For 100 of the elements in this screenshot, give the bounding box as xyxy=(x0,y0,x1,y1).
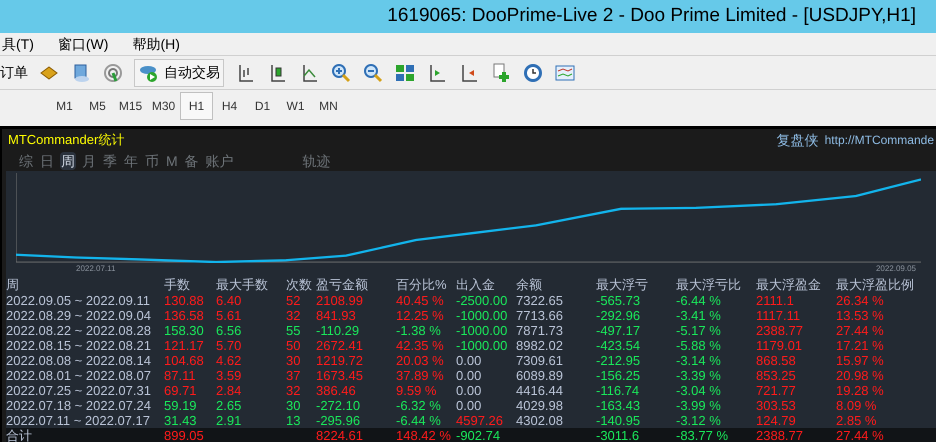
table-cell: 899.05 xyxy=(164,428,204,442)
stats-tab[interactable]: 日 xyxy=(39,152,55,170)
table-cell: 40.45 % xyxy=(396,293,444,308)
table-cell: 4.62 xyxy=(216,353,242,368)
timeframe-button[interactable]: MN xyxy=(312,92,345,120)
table-cell: 130.88 xyxy=(164,293,204,308)
table-cell: 2111.1 xyxy=(756,293,794,308)
table-cell: 4416.44 xyxy=(516,383,563,398)
stats-tab[interactable]: 年 xyxy=(123,152,139,170)
table-cell: 2.65 xyxy=(216,398,242,413)
table-cell: 8.09 % xyxy=(836,398,876,413)
table-cell: 27.44 % xyxy=(836,428,884,442)
table-cell: 27.44 % xyxy=(836,323,884,338)
table-cell: 20.98 % xyxy=(836,368,884,383)
table-cell: 303.53 xyxy=(756,398,796,413)
table-cell: -565.73 xyxy=(596,293,640,308)
table-cell: 7309.61 xyxy=(516,353,563,368)
timeframe-button[interactable]: M15 xyxy=(114,92,147,120)
table-cell: 20.03 % xyxy=(396,353,444,368)
table-cell: 4597.26 xyxy=(456,413,503,428)
zoom-in-icon[interactable] xyxy=(330,62,352,84)
stats-tab[interactable]: 月 xyxy=(81,152,97,170)
column-header: 最大浮亏比 xyxy=(676,277,741,293)
table-cell: 121.17 xyxy=(164,338,204,353)
table-cell: 2022.07.18 ~ 2022.07.24 xyxy=(6,398,151,413)
table-cell: 32 xyxy=(286,308,300,323)
stats-tab[interactable]: 周 xyxy=(60,152,76,170)
table-cell: -1000.00 xyxy=(456,308,508,323)
stats-tab[interactable]: 币 xyxy=(144,152,160,170)
table-cell: 13 xyxy=(286,413,300,428)
toolbar-label[interactable]: 订单 xyxy=(0,62,28,83)
timeframe-button[interactable]: M5 xyxy=(81,92,114,120)
table-cell: 148.42 % xyxy=(396,428,451,442)
stats-tab[interactable]: 季 xyxy=(102,152,118,170)
table-cell: 55 xyxy=(286,323,300,338)
table-cell: -6.44 % xyxy=(396,413,441,428)
table-cell: 1117.11 xyxy=(756,308,800,323)
menu-item[interactable]: 具(T) xyxy=(2,34,34,54)
table-cell: -83.77 % xyxy=(676,428,728,442)
zoom-out-icon[interactable] xyxy=(362,62,384,84)
timeframe-button[interactable]: H1 xyxy=(180,92,213,120)
stats-tab[interactable]: 轨迹 xyxy=(302,152,332,170)
table-cell: 6089.89 xyxy=(516,368,563,383)
stats-tab[interactable]: 账户 xyxy=(204,152,235,170)
table-cell: 6.56 xyxy=(216,323,242,338)
table-cell: 2.91 xyxy=(216,413,242,428)
column-header: 最大手数 xyxy=(216,277,268,293)
table-cell: 5.70 xyxy=(216,338,242,353)
table-cell: -156.25 xyxy=(596,368,640,383)
stats-tab[interactable]: 备 xyxy=(184,152,200,170)
table-cell: -1000.00 xyxy=(456,323,508,338)
table-cell: -6.44 % xyxy=(676,293,721,308)
table-cell: 2108.99 xyxy=(316,293,363,308)
autotrade-button[interactable]: 自动交易 xyxy=(134,58,224,86)
table-cell: 0.00 xyxy=(456,398,482,413)
timeframe-button[interactable]: D1 xyxy=(246,92,279,120)
table-cell: -3.99 % xyxy=(676,398,721,413)
table-cell: -3.14 % xyxy=(676,353,721,368)
table-cell: -3.04 % xyxy=(676,383,721,398)
table-cell: 2022.09.05 ~ 2022.09.11 xyxy=(6,293,150,308)
table-cell: 87.11 xyxy=(164,368,196,383)
table-cell: -292.96 xyxy=(596,308,640,323)
table-cell: -3.12 % xyxy=(676,413,721,428)
table-cell: -5.17 % xyxy=(676,323,721,338)
timeframe-button[interactable]: M1 xyxy=(48,92,81,120)
timeframe-button[interactable]: H4 xyxy=(213,92,246,120)
column-header: 盈亏金额 xyxy=(316,277,368,293)
table-cell: 5.61 xyxy=(216,308,242,323)
table-cell: 2022.08.22 ~ 2022.08.28 xyxy=(6,323,151,338)
table-cell: 0.00 xyxy=(456,383,482,398)
stats-tab[interactable]: M xyxy=(165,152,179,170)
column-header: 出入金 xyxy=(456,277,495,293)
table-cell: 26.34 % xyxy=(836,293,884,308)
clock-icon[interactable] xyxy=(522,62,544,84)
table-cell: 37 xyxy=(286,368,300,383)
stats-tab[interactable]: 综 xyxy=(18,152,34,170)
table-cell: 19.28 % xyxy=(836,383,884,398)
column-header: 余额 xyxy=(516,277,542,293)
timeframe-button[interactable]: W1 xyxy=(279,92,312,120)
table-cell: 2022.07.11 ~ 2022.07.17 xyxy=(6,413,150,428)
table-cell: 841.93 xyxy=(316,308,356,323)
table-cell: -497.17 xyxy=(596,323,640,338)
panel-title: MTCommander统计 xyxy=(7,131,124,150)
table-cell: 158.30 xyxy=(164,323,204,338)
table-cell: -110.29 xyxy=(316,323,360,338)
menu-item[interactable]: 窗口(W) xyxy=(58,34,108,54)
url-link[interactable]: http://MTCommande xyxy=(824,131,934,149)
column-header: 周 xyxy=(6,277,19,293)
table-cell: 2022.08.08 ~ 2022.08.14 xyxy=(6,353,151,368)
table-cell: 69.71 xyxy=(164,383,197,398)
table-cell: 42.35 % xyxy=(396,338,444,353)
table-cell: 3.59 xyxy=(216,368,242,383)
table-cell: -3.39 % xyxy=(676,368,721,383)
table-cell: 7713.66 xyxy=(516,308,563,323)
timeframe-button[interactable]: M30 xyxy=(147,92,180,120)
table-cell: 4302.08 xyxy=(516,413,563,428)
table-cell: 721.77 xyxy=(756,383,796,398)
table-cell: 7322.65 xyxy=(516,293,563,308)
menu-item[interactable]: 帮助(H) xyxy=(132,34,180,54)
table-cell: 30 xyxy=(286,398,300,413)
